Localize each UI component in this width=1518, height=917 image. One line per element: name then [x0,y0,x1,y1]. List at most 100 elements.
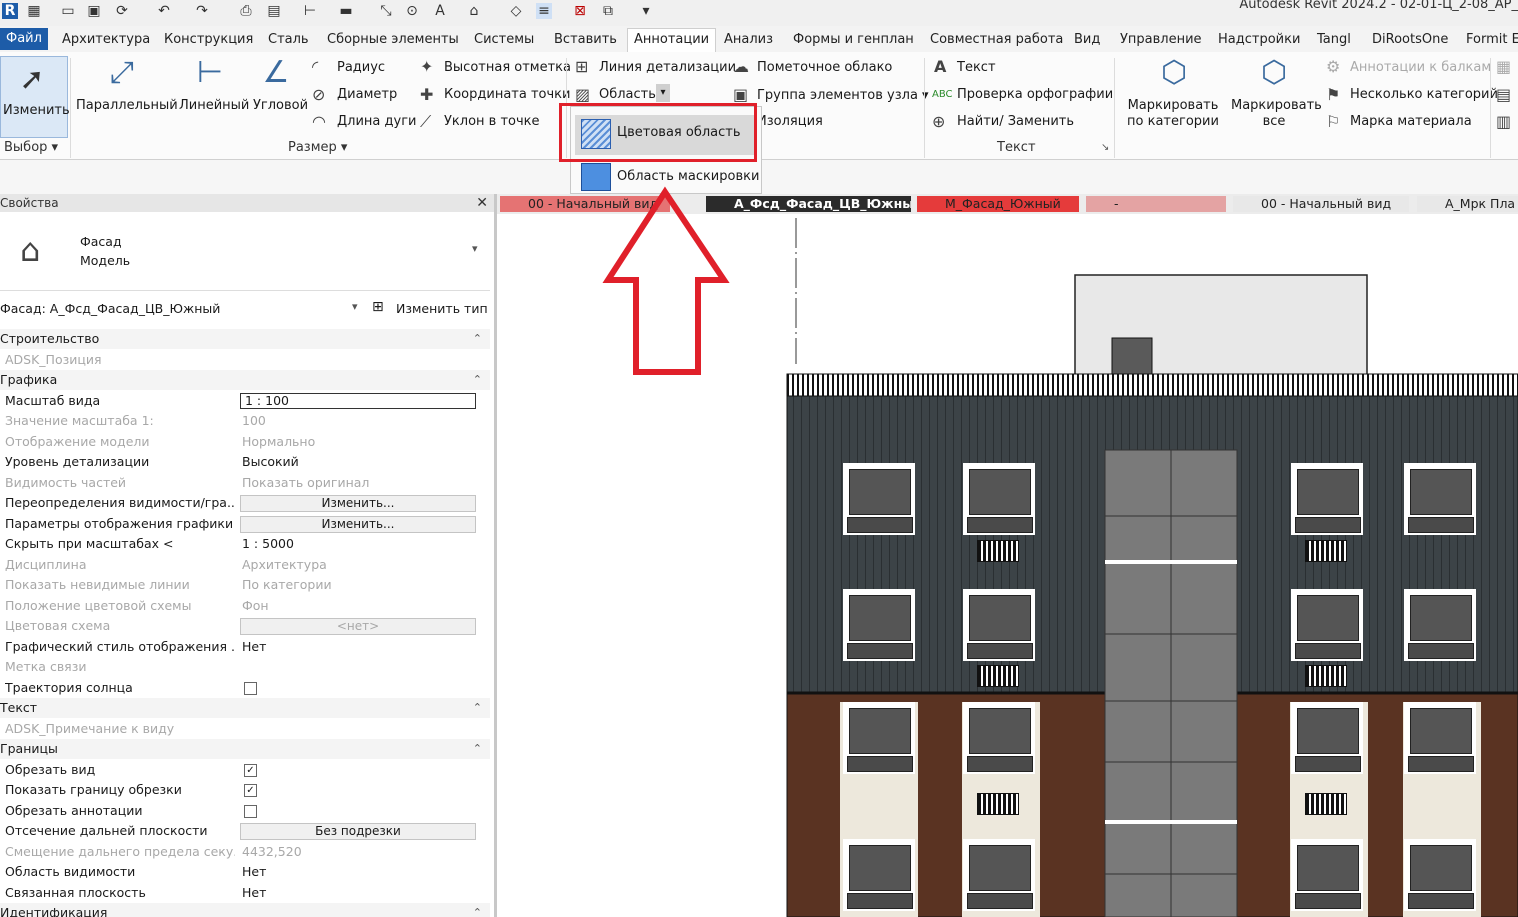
property-section[interactable]: Графика ⌃ [0,370,490,390]
collapse-chevron-icon[interactable]: ⌃ [473,903,482,917]
angular-dimension-icon[interactable]: ∠ [258,56,294,90]
symbol2-icon[interactable]: ▤ [1496,86,1511,104]
revit-logo-icon[interactable]: R [2,3,18,19]
print-icon[interactable]: ⎙ [238,3,254,19]
tag-by-category-button[interactable]: Маркировать по категории [1121,98,1225,130]
property-checkbox[interactable] [244,681,257,695]
linear-dimension-button[interactable]: Линейный [179,98,249,113]
chevron-down-icon[interactable]: ▾ [352,300,358,313]
text-button[interactable]: Текст [957,60,996,75]
sync-icon[interactable]: ⟳ [114,3,130,19]
close-icon[interactable]: ✕ [476,194,488,212]
property-edit-button[interactable]: Изменить... [240,515,476,533]
save-icon[interactable]: ▣ [86,3,102,19]
text-panel-launcher-icon[interactable]: ↘ [1101,142,1109,153]
instance-selector[interactable]: Фасад: А_Фсд_Фасад_ЦВ_Южный [0,301,220,316]
insulation-button[interactable]: Изоляция [757,114,823,129]
select-panel-label[interactable]: Выбор ▾ [4,140,58,155]
beam-annotations-button[interactable]: Аннотации к балкам [1350,60,1491,75]
spot-slope-button[interactable]: Уклон в точке [444,114,540,129]
angular-dimension-button[interactable]: Угловой [253,98,308,113]
home-grid-icon[interactable]: ▦ [26,3,42,19]
customize-qat-icon[interactable]: ▾ [638,3,654,19]
section-icon[interactable]: ▬ [338,3,354,19]
aligned-dimension-button[interactable]: Параллельный [76,98,178,113]
thin-lines-icon[interactable]: ≡ [536,3,552,19]
measure-icon[interactable]: ⊢ [302,3,318,19]
property-checkbox[interactable] [244,804,257,818]
text-icon[interactable]: A [432,3,448,19]
region-button[interactable]: Область [599,87,656,102]
property-checkbox[interactable]: ✓ [244,763,257,777]
tab-item-11[interactable]: Вид [1074,30,1100,50]
property-section[interactable]: Границы ⌃ [0,739,490,759]
tab-item-12[interactable]: Управление [1120,30,1202,50]
collapse-chevron-icon[interactable]: ⌃ [473,329,482,349]
region-dropdown-arrow[interactable]: ▾ [656,84,670,102]
tab-item-1[interactable]: Архитектура [62,30,150,50]
diameter-button[interactable]: Диаметр [337,87,397,102]
tab-item-16[interactable]: Formit E [1466,30,1518,50]
property-section[interactable]: Идентификация ⌃ [0,903,490,917]
view-tab[interactable]: 00 - Начальный вид [1233,196,1409,212]
property-checkbox[interactable]: ✓ [244,784,257,797]
open-icon[interactable]: ▭ [60,3,76,19]
tag-all-icon[interactable]: ⬡ [1256,56,1292,90]
undo-icon[interactable]: ↶ [156,3,172,19]
redo-icon[interactable]: ↷ [194,3,210,19]
tab-item-15[interactable]: DiRootsOne [1372,30,1448,50]
property-value[interactable]: 1 : 100 [240,392,476,409]
detail-group-button[interactable]: Группа элементов узла ▾ [757,88,929,103]
type-selector[interactable]: ⌂ Фасад Модель ▾ [0,212,490,291]
tab-item-4[interactable]: Сборные элементы [327,30,459,50]
property-edit-button[interactable]: <нет> [240,618,476,635]
modify-button[interactable]: ➚ Изменить [0,56,70,138]
tab-item-9[interactable]: Формы и генплан [793,30,914,50]
switch-windows-icon[interactable]: ⧉ [600,3,616,19]
view-tab[interactable]: А_Фсд_Фасад_ЦВ_Южный [706,196,911,212]
close-hidden-icon[interactable]: ⊠ [572,3,588,19]
edit-type-button[interactable]: Изменить тип [396,301,488,316]
tab-item-13[interactable]: Надстройки [1218,30,1300,50]
tag-all-button[interactable]: Маркировать все [1231,98,1322,130]
spot-elevation-button[interactable]: Высотная отметка [444,60,571,75]
revision-cloud-button[interactable]: Пометочное облако [757,60,892,75]
tab-item-5[interactable]: Системы [474,30,534,50]
spot-coordinate-button[interactable]: Координата точки [444,87,570,102]
property-edit-button[interactable]: Без подрезки [240,823,476,840]
view-tab[interactable]: - [1086,196,1226,212]
tab-item-2[interactable]: Конструкция [164,30,253,50]
tab-item-3[interactable]: Сталь [268,30,309,50]
tab-item-10[interactable]: Совместная работа [930,30,1063,50]
tab-item-6[interactable]: Вставить [554,30,617,50]
tag-by-category-icon[interactable]: ⬡ [1156,56,1192,90]
find-replace-button[interactable]: Найти/ Заменить [957,114,1074,129]
tab-item-14[interactable]: Tangl [1317,30,1351,50]
dimension-icon[interactable]: ⤡ [378,3,394,19]
view-tab[interactable]: М_Фасад_Южный [917,196,1079,212]
arc-length-button[interactable]: Длина дуги [337,114,416,129]
property-section[interactable]: Текст ⌃ [0,698,490,718]
tab-file[interactable]: Файл [0,28,48,50]
view-tab[interactable]: А_Мрк Пла [1417,196,1518,212]
spell-check-button[interactable]: Проверка орфографии [957,87,1113,102]
tab-item-8[interactable]: Анализ [724,30,773,50]
tab-item-7[interactable]: Аннотации [627,28,717,53]
collapse-chevron-icon[interactable]: ⌃ [473,698,482,718]
symbol-icon[interactable]: ▦ [1496,58,1511,76]
aligned-dimension-icon[interactable]: ⤢ [104,56,140,90]
multi-category-button[interactable]: Несколько категорий [1350,87,1498,102]
3d-view-icon[interactable]: ⌂ [466,3,482,19]
detail-line-button[interactable]: Линия детализации [599,60,736,75]
radius-button[interactable]: Радиус [337,60,385,75]
property-section[interactable]: Строительство ⌃ [0,329,490,349]
linear-dimension-icon[interactable]: ⊢ [192,56,228,90]
section-view-icon[interactable]: ◇ [508,3,524,19]
dimension-panel-label[interactable]: Размер ▾ [288,140,347,155]
tag-icon[interactable]: ⊙ [404,3,420,19]
collapse-chevron-icon[interactable]: ⌃ [473,739,482,759]
material-tag-button[interactable]: Марка материала [1350,114,1472,129]
symbol3-icon[interactable]: ▥ [1496,113,1511,131]
property-edit-button[interactable]: Изменить... [240,495,476,512]
collapse-chevron-icon[interactable]: ⌃ [473,370,482,390]
